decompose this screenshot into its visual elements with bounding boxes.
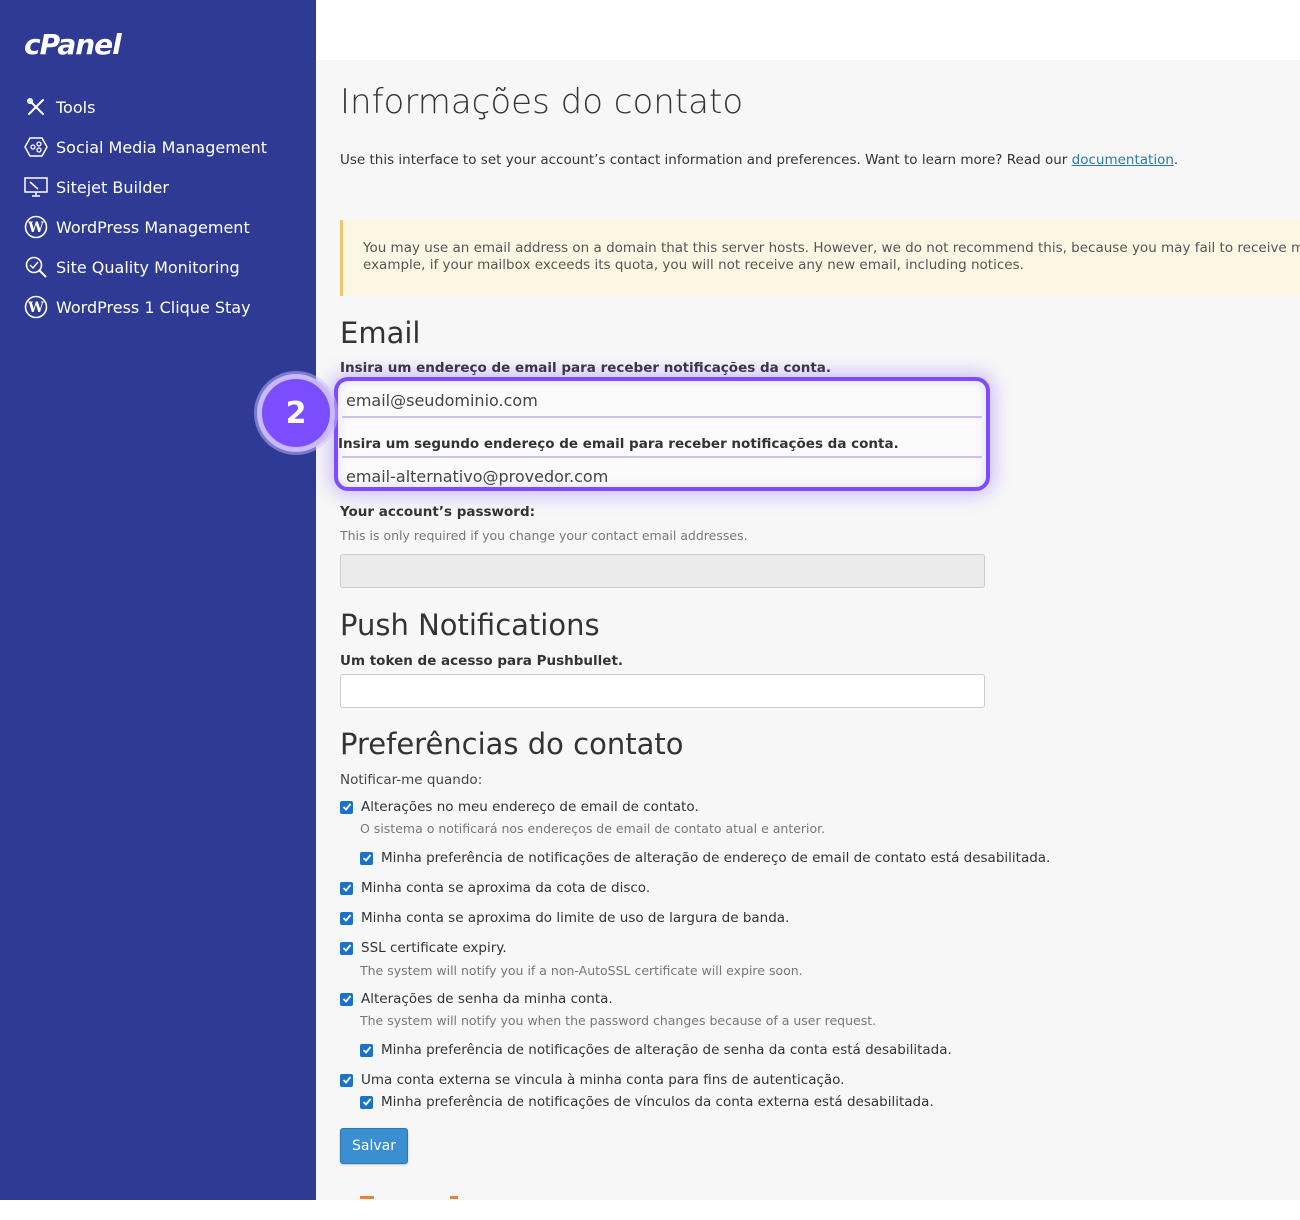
email-field-2-topline bbox=[342, 456, 982, 458]
site-quality-icon bbox=[24, 255, 48, 279]
pref-password-disabled[interactable]: Minha preferência de notificações de alt… bbox=[360, 1042, 952, 1058]
pref-label: Uma conta externa se vincula à minha con… bbox=[361, 1072, 845, 1088]
sitejet-icon bbox=[24, 175, 48, 199]
pref-label: Minha preferência de notificações de alt… bbox=[381, 1042, 952, 1058]
page-title: Informações do contato bbox=[340, 82, 744, 122]
sidebar: cPanel Tools Social Media Management Sit… bbox=[0, 0, 316, 1200]
intro-text: Use this interface to set your account’s… bbox=[340, 152, 1178, 168]
pref-description: The system will notify you when the pass… bbox=[360, 1013, 877, 1028]
warning-alert: You may use an email address on a domain… bbox=[340, 220, 1300, 296]
pref-contact-email-disabled[interactable]: Minha preferência de notificações de alt… bbox=[360, 850, 1050, 866]
checkbox-checked-icon[interactable] bbox=[340, 881, 353, 895]
pref-bandwidth[interactable]: Minha conta se aproxima do limite de uso… bbox=[340, 910, 789, 926]
sidebar-item-wordpress-1-clique[interactable]: W WordPress 1 Clique Stay bbox=[0, 287, 316, 327]
step-number-badge: 2 bbox=[257, 374, 335, 452]
sidebar-item-label: Sitejet Builder bbox=[56, 177, 169, 197]
documentation-link[interactable]: documentation bbox=[1072, 152, 1174, 168]
checkbox-checked-icon[interactable] bbox=[340, 800, 353, 814]
email-label-1: Insira um endereço de email para receber… bbox=[340, 360, 832, 376]
pref-disk-quota[interactable]: Minha conta se aproxima da cota de disco… bbox=[340, 880, 650, 896]
pref-label: Minha preferência de notificações de alt… bbox=[381, 850, 1051, 866]
tools-icon bbox=[24, 95, 48, 119]
app-frame: cPanel Tools Social Media Management Sit… bbox=[0, 0, 1300, 1200]
intro-end: . bbox=[1173, 152, 1179, 168]
password-label: Your account’s password: bbox=[340, 504, 536, 520]
save-button[interactable]: Salvar bbox=[340, 1128, 408, 1164]
sidebar-item-label: WordPress Management bbox=[56, 217, 250, 237]
pref-label: Minha conta se aproxima do limite de uso… bbox=[361, 910, 790, 926]
sidebar-item-label: Social Media Management bbox=[56, 137, 268, 157]
sidebar-item-label: WordPress 1 Clique Stay bbox=[56, 297, 251, 317]
social-media-icon bbox=[24, 135, 48, 159]
cpanel-logo[interactable]: cPanel bbox=[24, 28, 122, 61]
pref-external-account[interactable]: Uma conta externa se vincula à minha con… bbox=[340, 1072, 844, 1088]
pushbullet-label: Um token de acesso para Pushbullet. bbox=[340, 653, 624, 669]
step-number: 2 bbox=[285, 395, 307, 431]
pref-external-account-disabled[interactable]: Minha preferência de notificações de vín… bbox=[360, 1094, 934, 1110]
sidebar-nav: Tools Social Media Management Sitejet Bu… bbox=[0, 87, 316, 327]
svg-text:W: W bbox=[27, 220, 44, 236]
top-bar bbox=[316, 0, 1300, 60]
pushbullet-token-input[interactable] bbox=[340, 674, 985, 708]
email-label-2: Insira um segundo endereço de email para… bbox=[338, 436, 899, 452]
sidebar-item-label: Site Quality Monitoring bbox=[56, 257, 240, 277]
pref-label: Minha conta se aproxima da cota de disco… bbox=[361, 880, 651, 896]
peek-mark bbox=[450, 1196, 458, 1199]
preferences-heading: Preferências do contato bbox=[340, 727, 684, 761]
checkbox-checked-icon[interactable] bbox=[360, 1043, 373, 1057]
pref-description: The system will notify you if a non-Auto… bbox=[360, 963, 803, 978]
password-input[interactable] bbox=[340, 554, 985, 588]
main-content: Informações do contato Use this interfac… bbox=[257, 60, 1300, 1200]
checkbox-checked-icon[interactable] bbox=[360, 851, 373, 865]
email-field-1[interactable]: email@seudominio.com bbox=[346, 391, 538, 410]
alert-line-2: example, if your mailbox exceeds its quo… bbox=[363, 257, 1024, 273]
sidebar-item-wordpress-management[interactable]: W WordPress Management bbox=[0, 207, 316, 247]
wordpress-icon: W bbox=[24, 295, 48, 319]
checkbox-checked-icon[interactable] bbox=[340, 911, 353, 925]
alert-line-1: You may use an email address on a domain… bbox=[363, 240, 1300, 256]
sidebar-item-site-quality[interactable]: Site Quality Monitoring bbox=[0, 247, 316, 287]
svg-text:W: W bbox=[27, 300, 44, 316]
pref-label: SSL certificate expiry. bbox=[361, 940, 507, 956]
intro-sentence: Use this interface to set your account’s… bbox=[340, 152, 1072, 168]
next-section-peek bbox=[360, 1196, 460, 1200]
email-field-2[interactable]: email-alternativo@provedor.com bbox=[346, 467, 608, 486]
pref-ssl-expiry[interactable]: SSL certificate expiry. bbox=[340, 940, 507, 956]
pref-password-change[interactable]: Alterações de senha da minha conta. bbox=[340, 991, 613, 1007]
checkbox-checked-icon[interactable] bbox=[340, 1073, 353, 1087]
notify-label: Notificar-me quando: bbox=[340, 772, 483, 788]
peek-mark bbox=[360, 1196, 374, 1199]
checkbox-checked-icon[interactable] bbox=[340, 941, 353, 955]
push-heading: Push Notifications bbox=[340, 608, 600, 642]
pref-label: Minha preferência de notificações de vín… bbox=[381, 1094, 934, 1110]
email-heading: Email bbox=[340, 316, 421, 350]
pref-label: Alterações de senha da minha conta. bbox=[361, 991, 613, 1007]
pref-contact-email-change[interactable]: Alterações no meu endereço de email de c… bbox=[340, 799, 699, 815]
checkbox-checked-icon[interactable] bbox=[340, 992, 353, 1006]
wordpress-icon: W bbox=[24, 215, 48, 239]
sidebar-item-social-media[interactable]: Social Media Management bbox=[0, 127, 316, 167]
email-highlight-box: email@seudominio.com Insira um segundo e… bbox=[334, 377, 990, 491]
alert-text: You may use an email address on a domain… bbox=[363, 240, 1300, 274]
password-hint: This is only required if you change your… bbox=[340, 528, 748, 543]
sidebar-item-sitejet[interactable]: Sitejet Builder bbox=[0, 167, 316, 207]
sidebar-item-tools[interactable]: Tools bbox=[0, 87, 316, 127]
pref-description: O sistema o notificará nos endereços de … bbox=[360, 821, 826, 836]
email-field-1-underline bbox=[342, 416, 982, 418]
checkbox-checked-icon[interactable] bbox=[360, 1095, 373, 1109]
pref-label: Alterações no meu endereço de email de c… bbox=[361, 799, 699, 815]
sidebar-item-label: Tools bbox=[56, 97, 96, 117]
